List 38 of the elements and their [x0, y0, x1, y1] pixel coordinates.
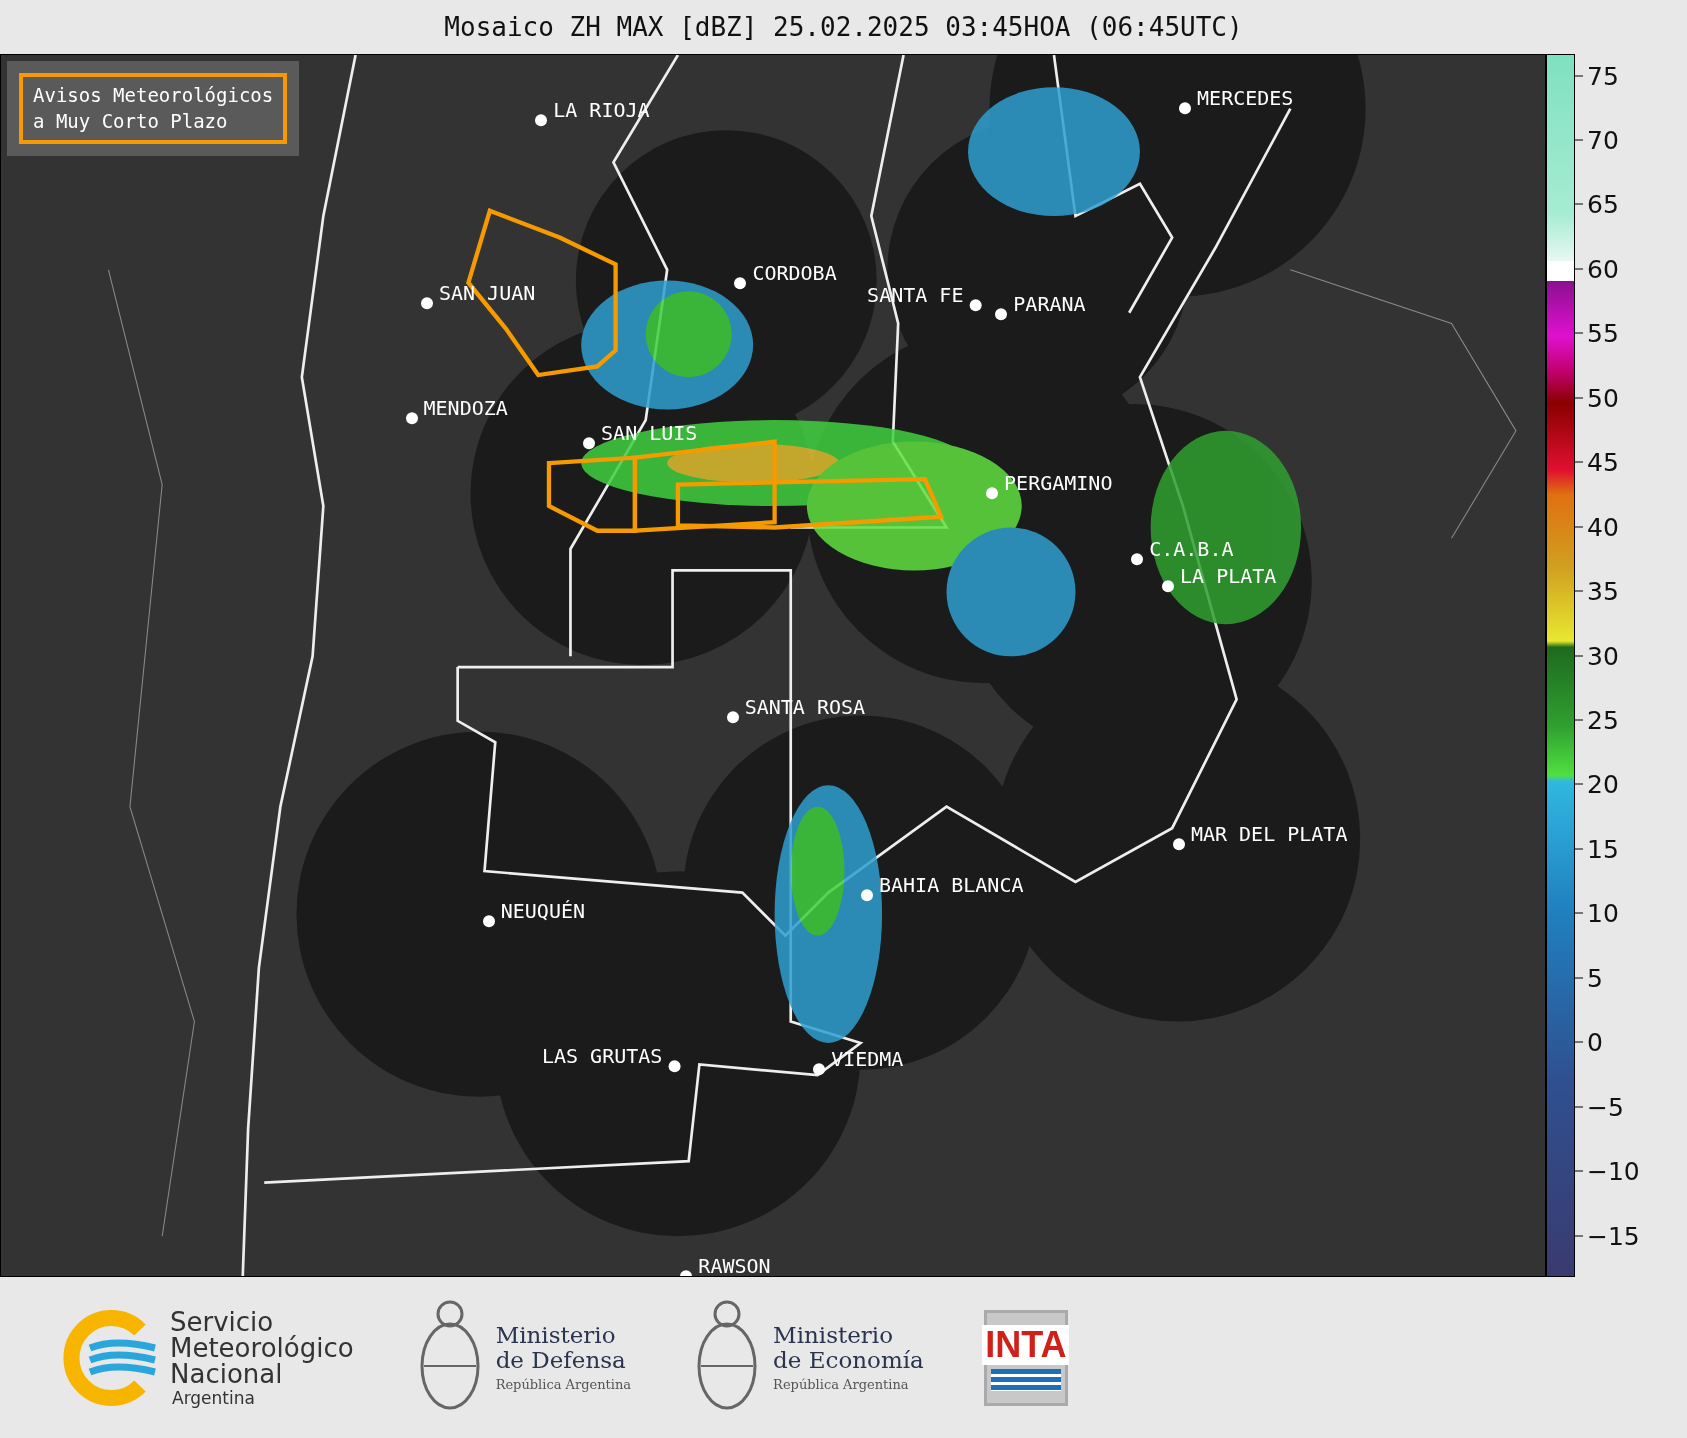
- colorbar-tick-label: 35: [1587, 576, 1619, 606]
- colorbar-tick-label: 60: [1587, 254, 1619, 284]
- chart-title: Mosaico ZH MAX [dBZ] 25.02.2025 03:45HOA (06:45UTC): [443, 11, 1244, 44]
- colorbar-tick-label: 45: [1587, 447, 1619, 477]
- city-label: CORDOBA: [752, 261, 837, 286]
- colorbar-tick-label: 15: [1587, 834, 1619, 864]
- city-label: SAN LUIS: [601, 421, 698, 446]
- city-label: MAR DEL PLATA: [1190, 822, 1348, 847]
- colorbar-tick-label: 65: [1587, 189, 1619, 219]
- colorbar-tick-label: −5: [1587, 1092, 1624, 1122]
- city-label: RAWSON: [698, 1254, 771, 1276]
- colorbar-tick-label: 55: [1587, 318, 1619, 348]
- colorbar-tick-label: 75: [1587, 61, 1619, 90]
- city-label: MERCEDES: [1197, 85, 1294, 110]
- colorbar-tick-label: 20: [1587, 770, 1619, 799]
- ministry-logo-text: Ministerio de Economía República Argentina: [773, 1323, 924, 1392]
- city-label: C.A.B.A: [1149, 537, 1234, 562]
- colorbar-tick-label: −15: [1587, 1221, 1640, 1251]
- city-label: LA PLATA: [1180, 564, 1277, 589]
- colorbar-tick-label: 40: [1587, 512, 1619, 542]
- colorbar-tick-label: −10: [1587, 1156, 1640, 1186]
- city-label: MENDOZA: [423, 395, 508, 420]
- city-label: LAS GRUTAS: [541, 1044, 663, 1069]
- colorbar-tick-label: 5: [1587, 963, 1603, 993]
- legend-text: Avisos Meteorológicos a Muy Corto Plazo: [19, 73, 288, 145]
- smn-logo-text: Servicio Meteorológico Nacional Argentina: [170, 1308, 354, 1407]
- colorbar-tick-label: 30: [1587, 641, 1619, 671]
- inta-logo: INTA: [983, 1309, 1068, 1406]
- colorbar-tick-label: 10: [1587, 898, 1619, 928]
- colorbar-tick-label: 25: [1587, 705, 1619, 735]
- city-label: SAN JUAN: [438, 281, 536, 306]
- city-label: NEUQUÉN: [500, 899, 585, 923]
- colorbar-tick-label: 0: [1587, 1027, 1603, 1057]
- city-label: PARANA: [1013, 292, 1086, 317]
- ministry-logo-text: Ministerio de Defensa República Argentina: [495, 1323, 632, 1392]
- colorbar-tick-label: 70: [1587, 125, 1619, 155]
- city-label: BAHIA BLANCA: [879, 873, 1024, 898]
- colorbar-tick-label: 50: [1587, 383, 1619, 413]
